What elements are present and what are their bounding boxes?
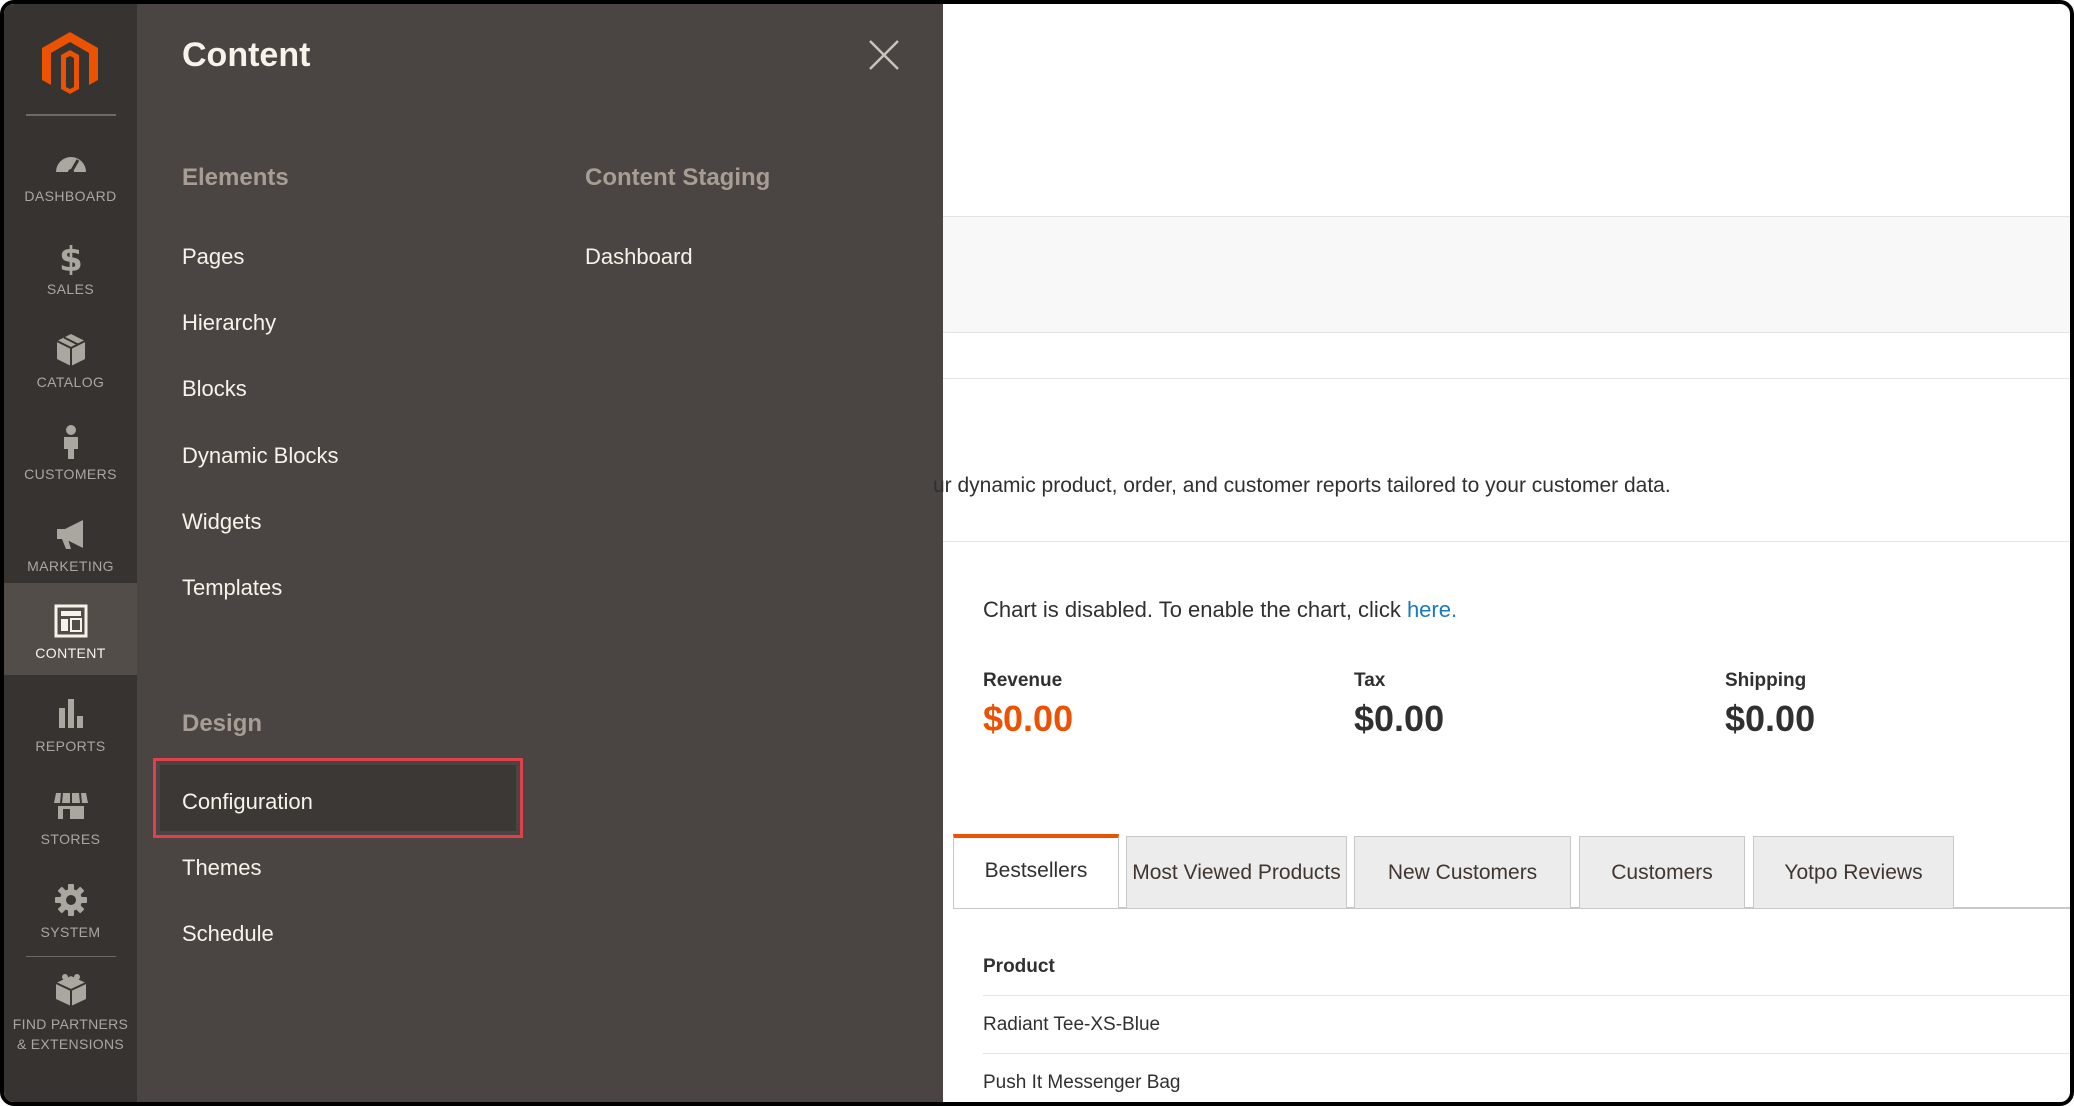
- nav-item-customers[interactable]: CUSTOMERS: [4, 404, 137, 496]
- nav-item-label: DASHBOARD: [24, 188, 117, 204]
- storefront-icon: [53, 792, 88, 819]
- logo-divider: [26, 114, 116, 116]
- nav-item-dashboard[interactable]: DASHBOARD: [4, 126, 137, 218]
- stat-label-revenue: Revenue: [983, 670, 1063, 691]
- menu-link-staging-dashboard[interactable]: Dashboard: [585, 244, 693, 270]
- nav-item-label: CATALOG: [36, 374, 105, 390]
- nav-item-label: CONTENT: [35, 645, 106, 661]
- chart-msg-text: Chart is disabled. To enable the chart, …: [983, 597, 1407, 622]
- svg-text:$: $: [59, 240, 83, 275]
- submenu-title: Content: [182, 36, 311, 74]
- table-row[interactable]: Radiant Tee-XS-Blue: [983, 1014, 1160, 1036]
- nav-item-label: STORES: [40, 831, 101, 847]
- extensions-box-icon: [55, 974, 86, 1006]
- nav-item-label: SYSTEM: [40, 924, 101, 940]
- stat-label-shipping: Shipping: [1725, 670, 1807, 691]
- nav-item-label: SALES: [46, 281, 95, 297]
- speedometer-icon: [55, 157, 86, 175]
- nav-divider: [26, 956, 116, 957]
- tab-new-customers[interactable]: New Customers: [1354, 836, 1571, 908]
- nav-item-marketing[interactable]: MARKETING: [4, 496, 137, 588]
- bar-chart-icon: [58, 699, 83, 728]
- menu-link-dynamic-blocks[interactable]: Dynamic Blocks: [182, 443, 338, 469]
- nav-item-label: MARKETING: [27, 558, 114, 574]
- nav-item-content[interactable]: CONTENT: [4, 583, 137, 675]
- chart-disabled-message: Chart is disabled. To enable the chart, …: [983, 597, 1457, 623]
- nav-item-label: FIND PARTNERS & EXTENSIONS: [4, 1014, 137, 1054]
- menu-link-hierarchy[interactable]: Hierarchy: [182, 310, 276, 336]
- table-row[interactable]: Push It Messenger Bag: [983, 1072, 1181, 1094]
- screenshot-frame: DASHBOARD $ SALES CATALOG CUSTOMERS MARK…: [0, 0, 2074, 1106]
- stat-value-shipping: $0.00: [1725, 698, 1816, 739]
- nav-item-find-partners[interactable]: FIND PARTNERS & EXTENSIONS: [4, 964, 137, 1064]
- menu-link-widgets[interactable]: Widgets: [182, 509, 261, 535]
- menu-link-pages[interactable]: Pages: [182, 244, 244, 270]
- advanced-reporting-text: ur dynamic product, order, and customer …: [933, 474, 1671, 497]
- tab-customers[interactable]: Customers: [1579, 836, 1745, 908]
- table-divider: [983, 1053, 2070, 1054]
- stat-value-revenue: $0.00: [983, 698, 1074, 739]
- menu-link-configuration[interactable]: Configuration: [182, 789, 313, 815]
- box-icon: [56, 334, 85, 366]
- menu-link-schedule[interactable]: Schedule: [182, 921, 274, 947]
- nav-item-label: REPORTS: [35, 738, 106, 754]
- nav-item-stores[interactable]: STORES: [4, 769, 137, 861]
- group-title-content-staging: Content Staging: [585, 164, 771, 191]
- close-icon[interactable]: [867, 38, 901, 72]
- stat-label-tax: Tax: [1354, 670, 1386, 691]
- gear-icon: [54, 884, 87, 916]
- menu-link-templates[interactable]: Templates: [182, 575, 282, 601]
- group-title-design: Design: [182, 710, 263, 737]
- menu-link-themes[interactable]: Themes: [182, 855, 261, 881]
- menu-link-blocks[interactable]: Blocks: [182, 376, 247, 402]
- partners-label-line2: & EXTENSIONS: [16, 1036, 125, 1052]
- divider: [943, 378, 2070, 379]
- partners-label-line1: FIND PARTNERS: [12, 1016, 129, 1032]
- divider: [943, 541, 2070, 542]
- megaphone-icon: [56, 520, 83, 549]
- person-icon: [63, 425, 78, 459]
- dashboard-main: ur dynamic product, order, and customer …: [933, 4, 2070, 1102]
- tab-bestsellers[interactable]: Bestsellers: [953, 834, 1119, 908]
- content-submenu-panel: Content Elements Pages Hierarchy Blocks …: [137, 4, 943, 1102]
- group-title-elements: Elements: [182, 164, 289, 191]
- nav-item-system[interactable]: SYSTEM: [4, 862, 137, 954]
- nav-item-label: CUSTOMERS: [24, 466, 117, 482]
- tab-yotpo-reviews[interactable]: Yotpo Reviews: [1753, 836, 1954, 908]
- layout-icon: [54, 604, 87, 638]
- table-header-product: Product: [983, 956, 1055, 977]
- magento-logo-icon[interactable]: [36, 30, 104, 96]
- nav-item-reports[interactable]: REPORTS: [4, 676, 137, 768]
- admin-nav-rail: DASHBOARD $ SALES CATALOG CUSTOMERS MARK…: [4, 4, 137, 1102]
- tab-most-viewed-products[interactable]: Most Viewed Products: [1126, 836, 1347, 908]
- table-divider: [983, 995, 2070, 996]
- nav-item-catalog[interactable]: CATALOG: [4, 312, 137, 404]
- dollar-icon: $: [59, 240, 83, 275]
- stat-value-tax: $0.00: [1354, 698, 1445, 739]
- page-actions-band: [943, 216, 2070, 333]
- enable-chart-link[interactable]: here.: [1407, 597, 1457, 622]
- nav-item-sales[interactable]: $ SALES: [4, 219, 137, 311]
